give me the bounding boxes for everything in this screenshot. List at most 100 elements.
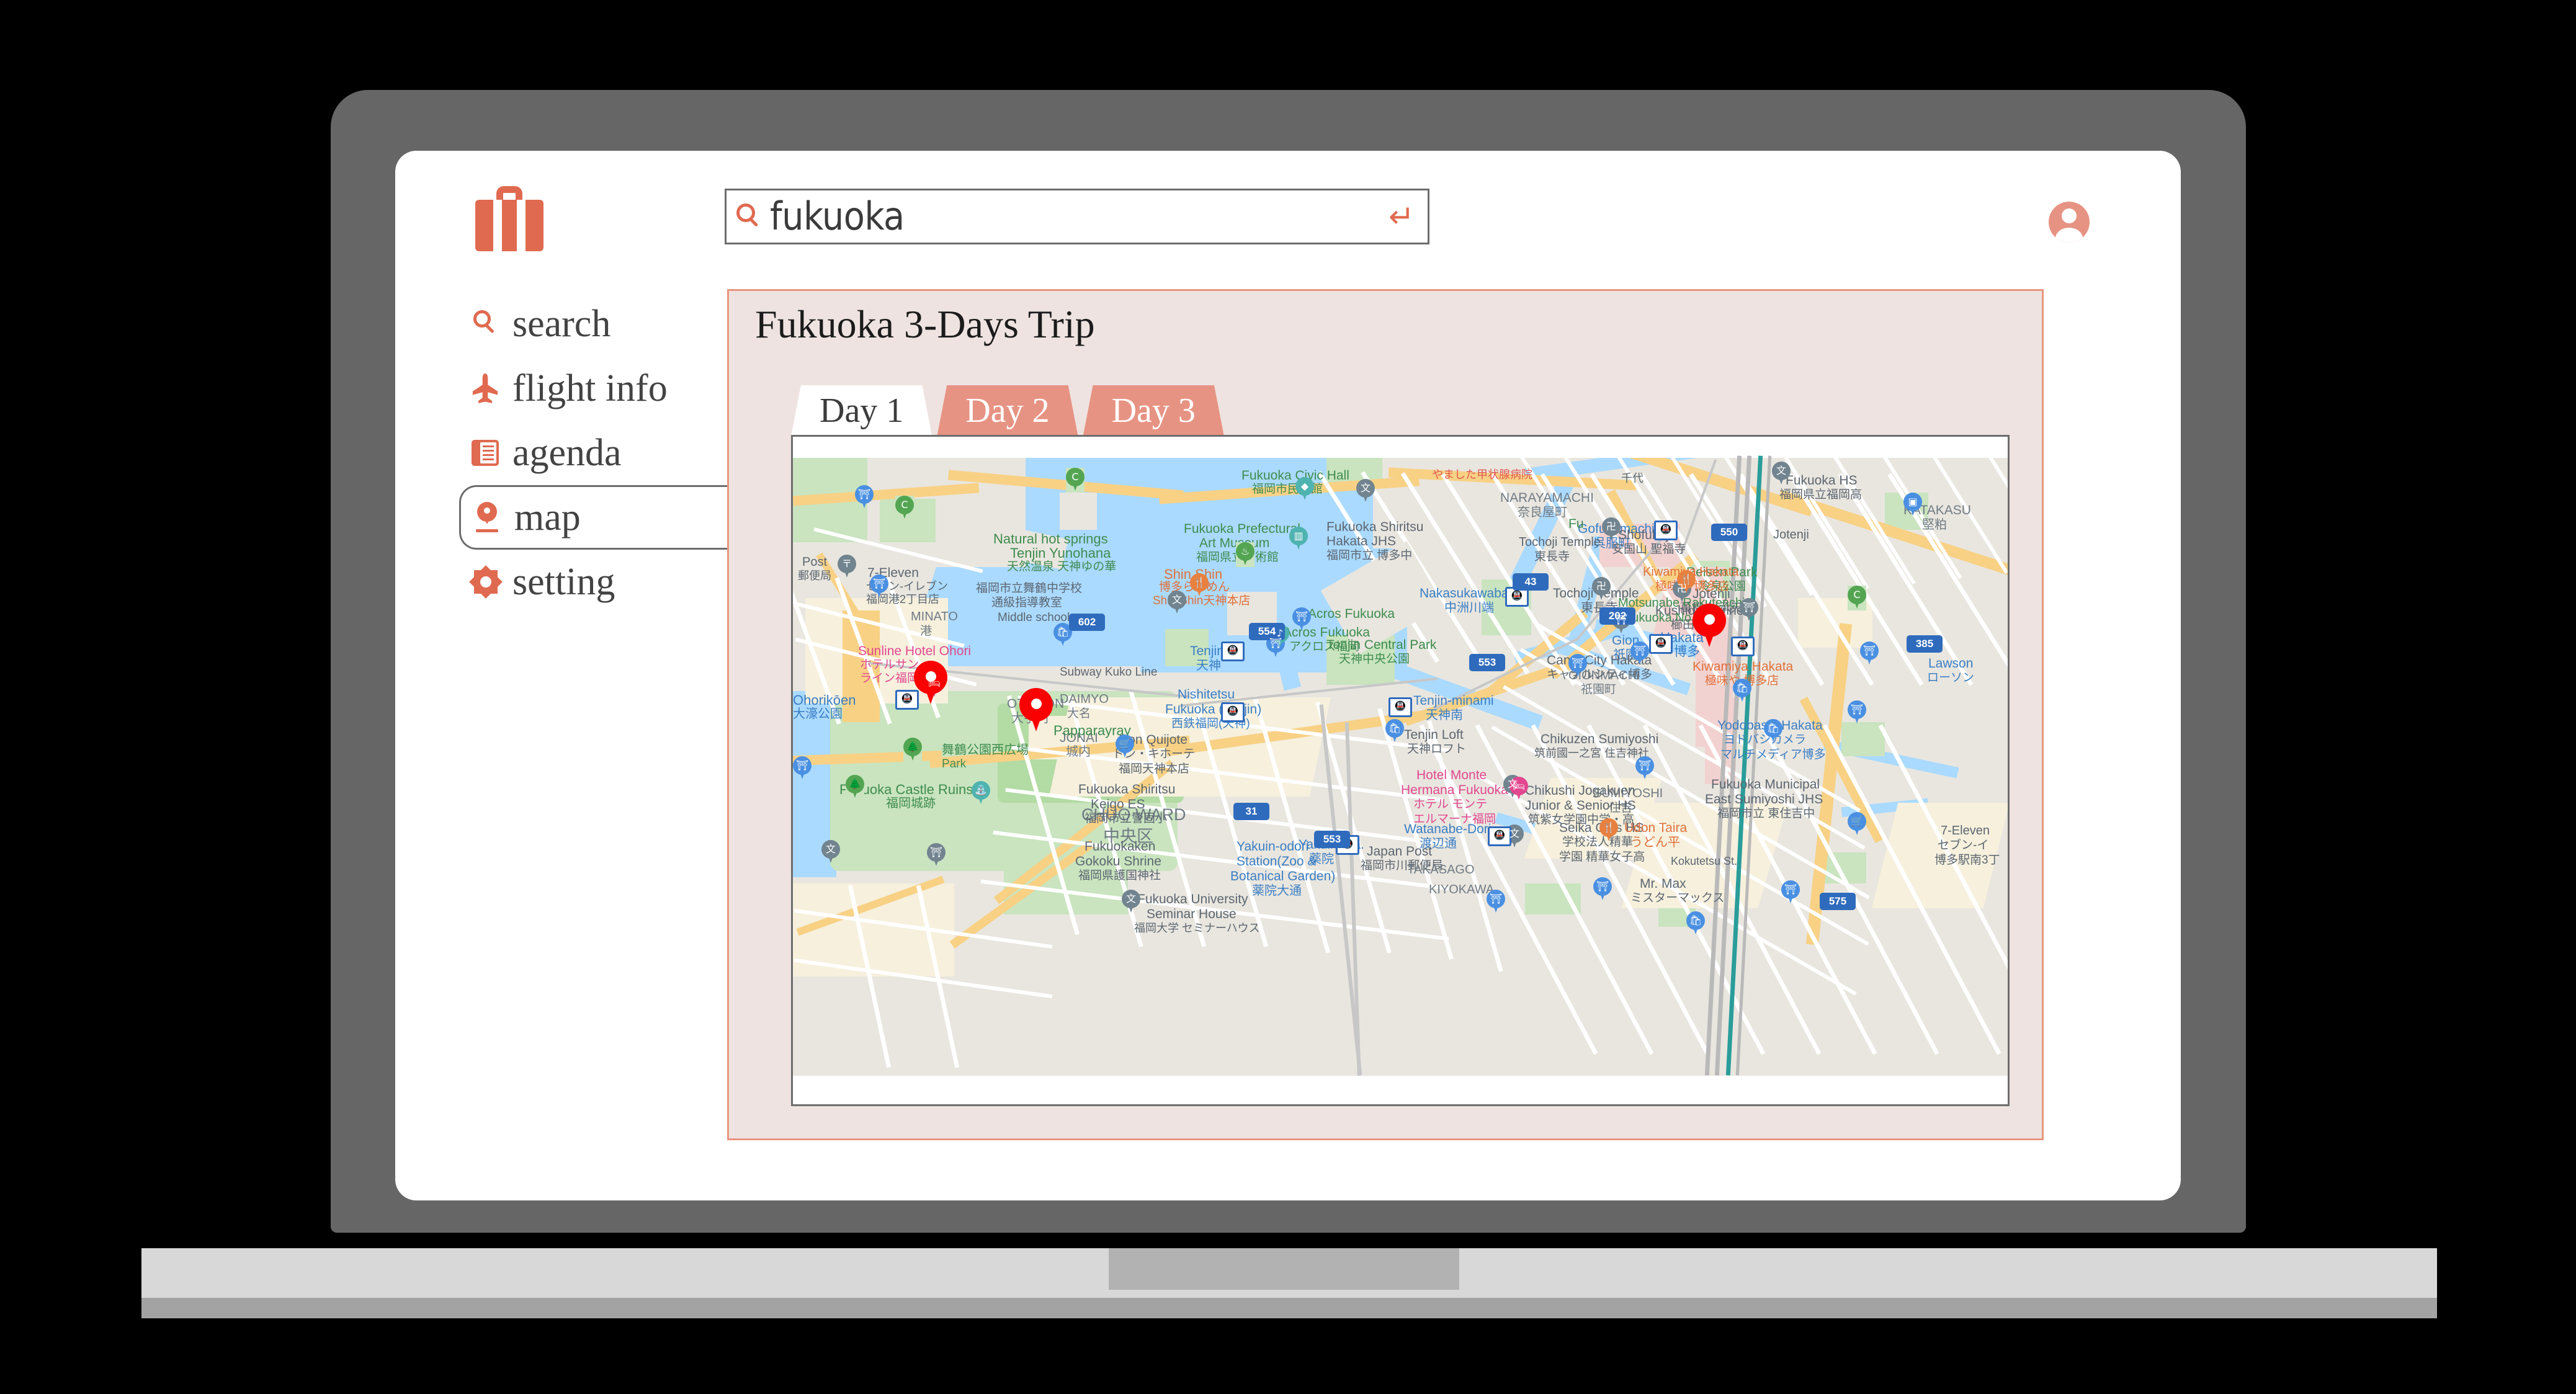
map-label: 福岡市立 博多中 — [1326, 549, 1413, 562]
map-trip-pin[interactable] — [1693, 604, 1726, 648]
poi-playground-icon[interactable]: ⛲ — [972, 781, 990, 806]
map-label: Fukuoka Prefectural — [1184, 522, 1300, 536]
map-label: Japan Post — [1367, 844, 1433, 859]
map-label: 大名 — [1067, 707, 1091, 720]
poi-torii-icon[interactable]: ⛩ — [1568, 654, 1587, 679]
poi-restaurant-icon[interactable]: 🍴 — [1599, 818, 1618, 843]
poi-torii-icon[interactable]: ⛩ — [1292, 607, 1311, 632]
station-icon-gion[interactable]: 🚇 — [1649, 634, 1673, 654]
map-label: MINATO — [911, 610, 958, 623]
map-label: TAKASAGO — [1407, 863, 1475, 877]
map-label: 博多駅南3丁 — [1934, 854, 2000, 867]
poi-torii-icon[interactable]: ⛩ — [1740, 598, 1758, 623]
map-label: Acros Fukuoka — [1308, 607, 1395, 621]
sidebar-item-map[interactable]: map — [459, 485, 751, 550]
sidebar-item-flight-info[interactable]: flight info — [459, 356, 738, 421]
sidebar-item-label: map — [514, 496, 581, 538]
plane-icon-svg — [472, 373, 498, 403]
map-label: 福岡県立福岡高 — [1779, 488, 1863, 501]
map-label: 中洲川端 — [1444, 601, 1494, 615]
poi-bag-icon[interactable]: 🛍 — [1385, 719, 1404, 744]
poi-torii-icon[interactable]: ⛩ — [1593, 877, 1612, 902]
poi-temple-icon[interactable]: 卍 — [1592, 577, 1611, 602]
poi-museum-icon[interactable]: ▥ — [1289, 527, 1308, 552]
highway-shield-icon: 553 — [1469, 654, 1505, 671]
station-icon-gofukumachi[interactable]: 🚇 — [1654, 521, 1678, 540]
tab-day-1[interactable]: Day 1 — [791, 385, 932, 436]
tab-day-2[interactable]: Day 2 — [937, 385, 1078, 436]
map-label: セブン-イ — [1938, 839, 1989, 852]
poi-bag-icon[interactable]: 🛍 — [1733, 679, 1751, 704]
laptop-base-edge — [141, 1298, 2437, 1318]
poi-torii-icon[interactable]: ⛩ — [927, 843, 946, 868]
poi-school-icon[interactable]: 文 — [1122, 890, 1140, 914]
map-label: 福岡城跡 — [886, 797, 936, 810]
search-bar[interactable]: fukuoka ↵ — [725, 189, 1429, 244]
map-label: Chikushi Jogakuen — [1525, 784, 1635, 798]
poi-post-icon[interactable]: 〒 — [838, 555, 856, 579]
map-label: 奈良屋町 — [1518, 506, 1567, 519]
map-label: 安国山 聖福寺 — [1612, 543, 1686, 556]
poi-school-icon[interactable]: 文 — [1356, 479, 1375, 504]
map-label: KIYOKAWA — [1429, 883, 1495, 896]
station-icon-nishitetsu[interactable]: 🚇 — [1221, 702, 1245, 722]
poi-torii-icon[interactable]: ⛩ — [1487, 890, 1505, 914]
poi-park-icon[interactable]: 🌲 — [846, 775, 864, 800]
poi-onsen-icon[interactable]: ♨ — [1236, 542, 1254, 567]
map-canvas[interactable]: Post 郵便局 7-Eleven セブン-イレブン 福岡港2丁目店 MINATO 港 Sun… — [793, 455, 2008, 1076]
poi-school-icon[interactable]: 文 — [821, 840, 840, 865]
screenshot-root: fukuoka ↵ search flight info agenda map … — [0, 0, 2576, 1394]
sidebar-item-setting[interactable]: setting — [459, 550, 738, 614]
trip-panel: Fukuoka 3-Days Trip Day 1 Day 2 Day 3 Po… — [727, 289, 2044, 1140]
station-icon-tenjin-minami[interactable]: 🚇 — [1389, 697, 1412, 717]
poi-torii-icon[interactable]: ⛩ — [1781, 880, 1800, 905]
poi-torii-icon[interactable]: ⛩ — [1630, 641, 1649, 666]
highway-shield-icon: 553 — [1314, 831, 1350, 848]
map-label: Keigo ES — [1091, 797, 1145, 811]
map-label: 福岡県護国神社 — [1078, 869, 1161, 882]
poi-c-icon[interactable]: C — [895, 496, 914, 521]
poi-school-icon[interactable]: 文 — [1772, 462, 1791, 486]
poi-torii-icon[interactable]: ⛩ — [1635, 756, 1654, 781]
poi-attraction-icon[interactable]: ◆ — [1295, 477, 1314, 502]
poi-bag-icon[interactable]: 🛍 — [1764, 719, 1782, 744]
map-label: 7-Eleven — [1941, 824, 1990, 838]
map-label: 天神南 — [1426, 708, 1463, 722]
poi-restaurant-icon[interactable]: 🍴 — [1190, 573, 1209, 598]
map-label: 天神 — [1196, 659, 1221, 672]
poi-bag-icon[interactable]: 🛍 — [1686, 911, 1705, 936]
map-label: Fukuoka University — [1137, 892, 1248, 906]
enter-return-icon[interactable]: ↵ — [1375, 201, 1428, 232]
poi-temple-icon[interactable]: 卍 — [1602, 517, 1621, 542]
highway-shield-icon: 575 — [1820, 893, 1856, 910]
poi-shop-icon[interactable]: 🛒 — [1848, 812, 1866, 837]
poi-c-icon[interactable]: C — [1066, 468, 1085, 493]
poi-shop-icon[interactable]: 🛒 — [1116, 735, 1134, 759]
map-label: 福岡市立 東住吉中 — [1717, 807, 1815, 820]
poi-torii-icon[interactable]: ⛩ — [1848, 700, 1866, 725]
sidebar-item-search[interactable]: search — [459, 292, 738, 356]
map-trip-pin[interactable] — [1019, 688, 1053, 733]
map-label: Tenjin-minami — [1413, 694, 1494, 708]
poi-torii-icon[interactable]: ⛩ — [1860, 641, 1879, 666]
poi-attraction-icon[interactable]: ▣ — [1903, 493, 1922, 517]
poi-torii-icon[interactable]: ⛩ — [1612, 610, 1630, 635]
user-avatar-icon[interactable] — [2049, 202, 2090, 243]
search-input[interactable]: fukuoka — [770, 197, 1375, 236]
station-icon-hakata[interactable]: 🚇 — [1731, 637, 1755, 656]
map-label: DAIMYO — [1060, 692, 1109, 706]
poi-bag-icon[interactable]: 🛍 — [1053, 623, 1072, 648]
poi-torii-icon[interactable]: ⛩ — [793, 756, 812, 781]
map-label: 天神ロフト — [1407, 743, 1467, 756]
poi-c-icon[interactable]: C — [1848, 586, 1866, 610]
poi-torii-icon[interactable]: ⛩ — [870, 574, 888, 599]
map-label: Art Museum — [1199, 536, 1270, 550]
map-label: NARAYAMACHI — [1500, 491, 1594, 505]
poi-school-icon[interactable]: 文 — [1168, 591, 1186, 615]
poi-park-icon[interactable]: 🌲 — [903, 738, 922, 762]
sidebar-item-agenda[interactable]: agenda — [459, 421, 738, 485]
poi-hotel-icon[interactable]: 🛏 — [1509, 777, 1528, 802]
poi-torii-icon[interactable]: ⛩ — [855, 485, 874, 510]
station-icon-tenjin[interactable]: 🚇 — [1221, 641, 1245, 661]
tab-day-3[interactable]: Day 3 — [1083, 385, 1224, 436]
